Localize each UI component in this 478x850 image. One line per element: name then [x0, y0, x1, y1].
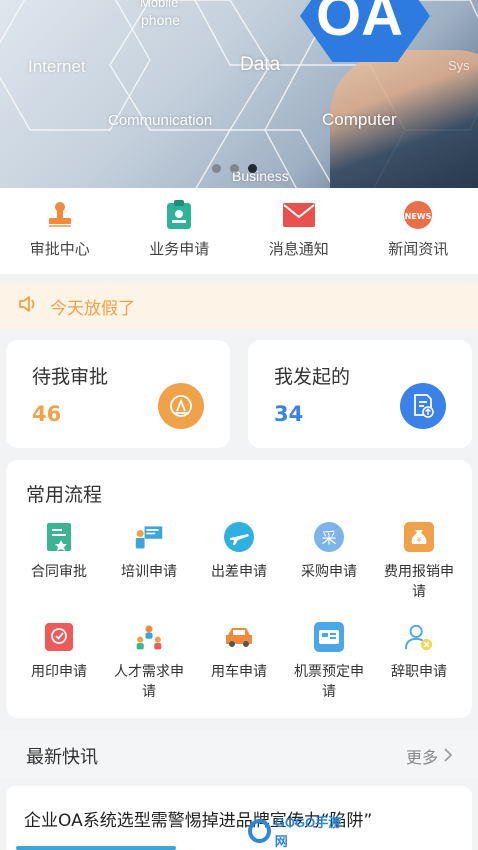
banner-label-sys: Sys [448, 58, 470, 73]
more-label: 更多 [405, 748, 438, 767]
flow-purchase-apply[interactable]: 采 采购申请 [284, 522, 374, 610]
my-initiated-card[interactable]: 我发起的 34 [248, 340, 472, 448]
seal-icon [44, 622, 74, 652]
purchase-glyph: 采 [314, 522, 344, 552]
menu-news-info[interactable]: NEWS 新闻资讯 [359, 188, 478, 274]
stat-title: 我发起的 [274, 366, 351, 388]
flow-label: 用印申请 [31, 664, 87, 680]
flow-ticket-booking[interactable]: 机票预定申请 [284, 622, 374, 710]
flow-label: 辞职申请 [391, 664, 447, 680]
menu-label: 消息通知 [268, 240, 329, 258]
flow-expense-reimburse[interactable]: ¥ 费用报销申请 [374, 522, 464, 610]
banner-label-phone: phone [141, 12, 180, 28]
notice-text: 今天放假了 [50, 298, 135, 319]
flow-business-trip[interactable]: 出差申请 [194, 522, 284, 610]
purchase-icon: 采 [314, 522, 344, 552]
banner-label-data: Data [240, 54, 281, 75]
carousel-dot[interactable] [212, 164, 221, 173]
flow-label: 费用报销申请 [384, 564, 454, 600]
document-upload-icon [400, 383, 446, 429]
people-icon [134, 622, 164, 652]
flows-grid: 合同审批 培训申请 出差申请 采 采购申请 ¥ 费用报销申请 用印申请 人才需求… [14, 522, 464, 710]
banner-label-internet: Internet [28, 57, 86, 76]
watermark-text: GOGO手游网 [274, 815, 342, 849]
stamp-icon [44, 200, 76, 230]
business-clipboard-icon [163, 200, 195, 230]
watermark-logo: GOGO手游网 [248, 815, 348, 849]
watermark-ring-icon [248, 819, 271, 843]
oa-label: OA [316, 0, 403, 48]
carousel-dot-active[interactable] [248, 164, 257, 173]
stat-value: 46 [32, 402, 62, 426]
flow-label: 培训申请 [121, 564, 177, 580]
section-title: 常用流程 [26, 484, 103, 506]
envelope-icon [282, 200, 315, 230]
banner-carousel[interactable]: OA Mobile phone Internet Data Communicat… [0, 0, 478, 188]
money-bag-icon: ¥ [404, 522, 434, 552]
flow-label: 采购申请 [301, 564, 357, 580]
flow-label: 合同审批 [31, 564, 87, 580]
news-badge-icon: NEWS [402, 200, 434, 230]
airplane-icon [224, 522, 254, 552]
car-icon [224, 622, 254, 652]
top-menu: 审批中心 业务申请 消息通知 NEWS 新闻资讯 [0, 188, 478, 274]
resign-user-icon [404, 622, 434, 652]
approve-icon [158, 383, 204, 429]
stat-title: 待我审批 [32, 366, 109, 388]
menu-label: 业务申请 [149, 240, 210, 258]
carousel-dots [212, 164, 257, 173]
ticket-icon [314, 622, 344, 652]
news-item[interactable]: 企业OA系统选型需警惕掉进品牌宣传力“陷阱” [6, 786, 472, 850]
svg-text:¥: ¥ [417, 536, 422, 544]
banner-label-computer: Computer [322, 110, 397, 129]
menu-approval-center[interactable]: 审批中心 [0, 188, 120, 274]
flow-label: 机票预定申请 [294, 664, 364, 700]
chevron-right-icon [444, 747, 453, 766]
news-accent-bar [16, 846, 176, 850]
flow-label: 用车申请 [211, 664, 267, 680]
section-title: 最新快讯 [26, 747, 98, 768]
banner-label-mobile: Mobile [140, 0, 179, 10]
flow-training-apply[interactable]: 培训申请 [104, 522, 194, 610]
contract-icon [44, 522, 74, 552]
menu-message-notify[interactable]: 消息通知 [239, 188, 359, 274]
stat-value: 34 [274, 402, 304, 426]
carousel-dot[interactable] [230, 164, 239, 173]
more-link[interactable]: 更多 [405, 744, 453, 768]
flow-talent-demand[interactable]: 人才需求申请 [104, 622, 194, 710]
flow-label: 人才需求申请 [114, 664, 184, 700]
menu-label: 新闻资讯 [388, 240, 449, 258]
menu-business-apply[interactable]: 业务申请 [120, 188, 240, 274]
menu-label: 审批中心 [29, 240, 90, 258]
pending-approval-card[interactable]: 待我审批 46 [6, 340, 230, 448]
training-board-icon [134, 522, 164, 552]
flow-contract-approval[interactable]: 合同审批 [14, 522, 104, 610]
speaker-icon [18, 294, 40, 318]
flow-seal-apply[interactable]: 用印申请 [14, 622, 104, 710]
flow-label: 出差申请 [211, 564, 267, 580]
news-header: 最新快讯 更多 [0, 730, 478, 778]
notice-bar[interactable]: 今天放假了 [0, 283, 478, 329]
flow-car-apply[interactable]: 用车申请 [194, 622, 284, 710]
svg-text:NEWS: NEWS [405, 212, 432, 221]
banner-label-communication: Communication [108, 112, 213, 129]
flow-resignation[interactable]: 辞职申请 [374, 622, 464, 710]
common-flows-panel: 常用流程 合同审批 培训申请 出差申请 采 采购申请 ¥ 费用报销申请 用印申请… [6, 460, 472, 718]
